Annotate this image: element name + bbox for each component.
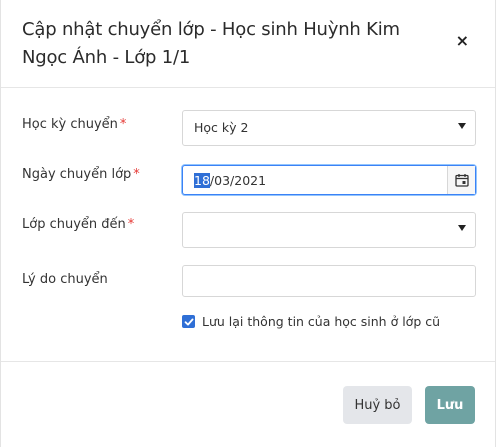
semester-label: Học kỳ chuyển * [22, 117, 126, 132]
cancel-button[interactable]: Huỷ bỏ [343, 386, 412, 424]
target-class-label: Lớp chuyển đến * [22, 217, 134, 232]
semester-select[interactable]: Học kỳ 2 [182, 110, 476, 146]
check-icon [184, 318, 194, 325]
keep-info-option[interactable]: Lưu lại thông tin của học sinh ở lớp cũ [182, 314, 440, 329]
required-mark: * [119, 117, 127, 132]
target-class-label-text: Lớp chuyển đến [22, 217, 126, 232]
target-class-select[interactable] [182, 212, 476, 248]
calendar-button[interactable] [447, 166, 475, 194]
semester-select-value: Học kỳ 2 [194, 120, 249, 135]
calendar-icon [454, 174, 469, 187]
required-mark: * [133, 167, 140, 182]
date-rest: /03/2021 [209, 173, 267, 188]
reason-input[interactable] [182, 265, 476, 297]
transfer-class-dialog: Cập nhật chuyển lớp - Học sinh Huỳnh Kim… [0, 0, 496, 447]
date-day-selection: 18 [194, 173, 210, 188]
dialog-header: Cập nhật chuyển lớp - Học sinh Huỳnh Kim… [1, 0, 495, 88]
footer-divider [1, 361, 495, 362]
dialog-title: Cập nhật chuyển lớp - Học sinh Huỳnh Kim… [22, 19, 400, 68]
save-button[interactable]: Lưu [425, 386, 475, 424]
reason-label: Lý do chuyển [22, 272, 108, 287]
keep-info-checkbox[interactable] [182, 315, 195, 328]
transfer-date-label-text: Ngày chuyển lớp [22, 167, 132, 182]
chevron-down-icon [458, 225, 466, 231]
reason-label-text: Lý do chuyển [22, 272, 108, 287]
close-icon[interactable]: × [456, 31, 469, 51]
semester-label-text: Học kỳ chuyển [22, 117, 118, 132]
transfer-date-label: Ngày chuyển lớp * [22, 167, 140, 182]
transfer-date-input[interactable]: 18/03/2021 [182, 165, 476, 195]
transfer-date-value: 18/03/2021 [194, 173, 266, 188]
keep-info-label: Lưu lại thông tin của học sinh ở lớp cũ [202, 314, 441, 329]
chevron-down-icon [458, 123, 466, 129]
required-mark: * [127, 217, 135, 232]
